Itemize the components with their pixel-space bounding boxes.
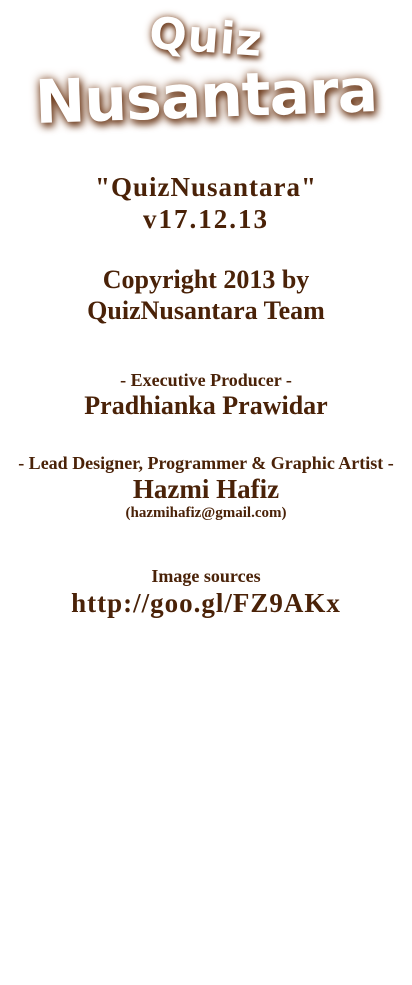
lead-designer-email: (hazmihafiz@gmail.com) — [125, 505, 287, 521]
executive-producer-name: Pradhianka Prawidar — [84, 391, 328, 420]
logo-nusantara-text: Nusantara — [33, 56, 379, 138]
executive-producer-role: - Executive Producer - — [120, 370, 292, 390]
image-sources-label: Image sources — [151, 566, 261, 586]
image-sources-link[interactable]: http://goo.gl/FZ9AKx — [0, 588, 412, 619]
lead-designer-role: - Lead Designer, Programmer & Graphic Ar… — [18, 453, 394, 473]
version: v17.12.13 — [143, 204, 269, 234]
copyright-line2: QuizNusantara Team — [87, 296, 325, 325]
app-name: "QuizNusantara" — [95, 172, 317, 202]
lead-designer-name: Hazmi Hafiz — [132, 474, 280, 504]
quiznusantara-logo: Quiz Nusantara — [0, 0, 412, 150]
copyright-line1: Copyright 2013 by — [102, 265, 310, 294]
